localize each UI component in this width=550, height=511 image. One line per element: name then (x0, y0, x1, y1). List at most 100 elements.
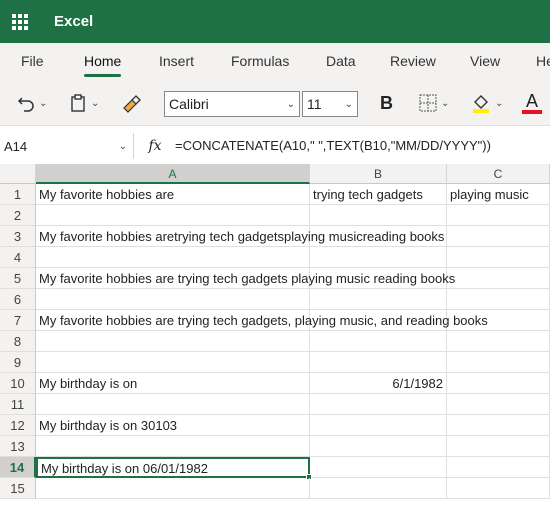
row-header[interactable]: 14 (0, 457, 36, 478)
tab-review[interactable]: Review (390, 43, 436, 81)
cell-c9[interactable] (447, 352, 550, 373)
cell-a5[interactable]: My favorite hobbies are trying tech gadg… (36, 268, 455, 289)
cell-a6[interactable] (36, 289, 310, 310)
tab-view[interactable]: View (470, 43, 500, 81)
ribbon-tabs: File Home Insert Formulas Data Review Vi… (0, 43, 550, 81)
tab-help[interactable]: He (536, 43, 550, 81)
cell-a9[interactable] (36, 352, 310, 373)
name-box[interactable]: A14 ⌄ (0, 133, 134, 159)
row-header[interactable]: 9 (0, 352, 36, 373)
cell-b10[interactable]: 6/1/1982 (310, 373, 447, 394)
font-color-swatch (522, 110, 542, 114)
cell-c10[interactable] (447, 373, 550, 394)
tab-formulas[interactable]: Formulas (231, 43, 289, 81)
cell-c3[interactable] (447, 226, 550, 247)
column-header-b[interactable]: B (310, 164, 447, 184)
font-name-select[interactable]: Calibri ⌄ (164, 91, 300, 117)
spreadsheet-grid: A B C 1 My favorite hobbies are trying tec… (0, 164, 550, 511)
cell-c15[interactable] (447, 478, 550, 499)
cell-a14[interactable]: My birthday is on 06/01/1982 (36, 457, 312, 480)
row-header[interactable]: 10 (0, 373, 36, 394)
select-all-corner[interactable] (0, 164, 36, 184)
row-header[interactable]: 11 (0, 394, 36, 415)
cell-c13[interactable] (447, 436, 550, 457)
chevron-down-icon: ⌄ (118, 140, 127, 152)
undo-button[interactable]: ⌄ (16, 90, 47, 116)
column-header-a[interactable]: A (36, 164, 310, 184)
row-header[interactable]: 3 (0, 226, 36, 247)
tab-file[interactable]: File (21, 43, 44, 81)
cell-a1[interactable]: My favorite hobbies are (36, 184, 310, 205)
cell-a15[interactable] (36, 478, 310, 499)
borders-button[interactable]: ⌄ (418, 90, 449, 116)
cell-value: 6/1/1982 (392, 376, 443, 391)
paste-icon (71, 94, 85, 112)
cell-c12[interactable] (447, 415, 550, 436)
cell-a11[interactable] (36, 394, 310, 415)
undo-icon (17, 97, 34, 112)
cell-c4[interactable] (447, 247, 550, 268)
cell-b2[interactable] (310, 205, 447, 226)
cell-b1[interactable]: trying tech gadgets (310, 184, 447, 205)
row-header[interactable]: 13 (0, 436, 36, 457)
cell-value: trying tech gadgets (313, 187, 423, 202)
font-color-button[interactable]: A (522, 90, 542, 116)
bold-button[interactable]: B (380, 90, 393, 116)
row-header[interactable]: 6 (0, 289, 36, 310)
cell-c1[interactable]: playing music (447, 184, 550, 205)
cell-b12[interactable] (310, 415, 447, 436)
cell-c2[interactable] (447, 205, 550, 226)
app-title[interactable]: Excel (54, 13, 93, 30)
cell-a3[interactable]: My favorite hobbies aretrying tech gadge… (36, 226, 444, 247)
cell-c11[interactable] (447, 394, 550, 415)
format-painter-button[interactable] (120, 90, 142, 116)
ribbon-toolbar: ⌄ ⌄ Calibri ⌄ 11 ⌄ B ⌄ ⌄ A (0, 81, 550, 126)
cell-b8[interactable] (310, 331, 447, 352)
cell-b9[interactable] (310, 352, 447, 373)
paste-button[interactable]: ⌄ (68, 90, 99, 116)
row-header[interactable]: 5 (0, 268, 36, 289)
row-header[interactable]: 8 (0, 331, 36, 352)
cell-c6[interactable] (447, 289, 550, 310)
tab-insert[interactable]: Insert (159, 43, 194, 81)
chevron-down-icon: ⌄ (91, 97, 100, 109)
cell-b15[interactable] (310, 478, 447, 499)
cell-b6[interactable] (310, 289, 447, 310)
cell-c8[interactable] (447, 331, 550, 352)
tab-home[interactable]: Home (84, 43, 122, 81)
formula-input[interactable]: =CONCATENATE(A10," ",TEXT(B10,"MM/DD/YYY… (175, 133, 491, 159)
cell-value: My favorite hobbies are trying tech gadg… (39, 313, 488, 328)
row-header[interactable]: 7 (0, 310, 36, 331)
cell-a2[interactable] (36, 205, 310, 226)
cell-b11[interactable] (310, 394, 447, 415)
cell-a10[interactable]: My birthday is on (36, 373, 310, 394)
cell-b14[interactable] (310, 457, 447, 478)
chevron-down-icon: ⌄ (39, 97, 48, 109)
fill-color-button[interactable]: ⌄ (470, 90, 503, 116)
app-launcher-icon[interactable] (12, 13, 32, 30)
cell-a7[interactable]: My favorite hobbies are trying tech gadg… (36, 310, 488, 331)
column-header-c[interactable]: C (447, 164, 550, 184)
font-size-select[interactable]: 11 ⌄ (302, 91, 358, 117)
row-header[interactable]: 4 (0, 247, 36, 268)
cell-value: My favorite hobbies aretrying tech gadge… (39, 229, 445, 244)
cell-b13[interactable] (310, 436, 447, 457)
cell-a4[interactable] (36, 247, 310, 268)
insert-function-button[interactable]: fx (140, 133, 170, 159)
borders-icon (419, 94, 437, 112)
font-size-value: 11 (307, 96, 322, 112)
cell-a13[interactable] (36, 436, 310, 457)
cell-c14[interactable] (447, 457, 550, 478)
row-header[interactable]: 2 (0, 205, 36, 226)
row-header[interactable]: 15 (0, 478, 36, 499)
cell-value: My birthday is on 30103 (39, 418, 178, 433)
cell-c5[interactable] (447, 268, 550, 289)
cell-b4[interactable] (310, 247, 447, 268)
row-header[interactable]: 12 (0, 415, 36, 436)
chevron-down-icon: ⌄ (495, 97, 504, 109)
cell-a12[interactable]: My birthday is on 30103 (36, 415, 310, 436)
chevron-down-icon: ⌄ (286, 98, 295, 110)
tab-data[interactable]: Data (326, 43, 356, 81)
cell-a8[interactable] (36, 331, 310, 352)
row-header[interactable]: 1 (0, 184, 36, 205)
